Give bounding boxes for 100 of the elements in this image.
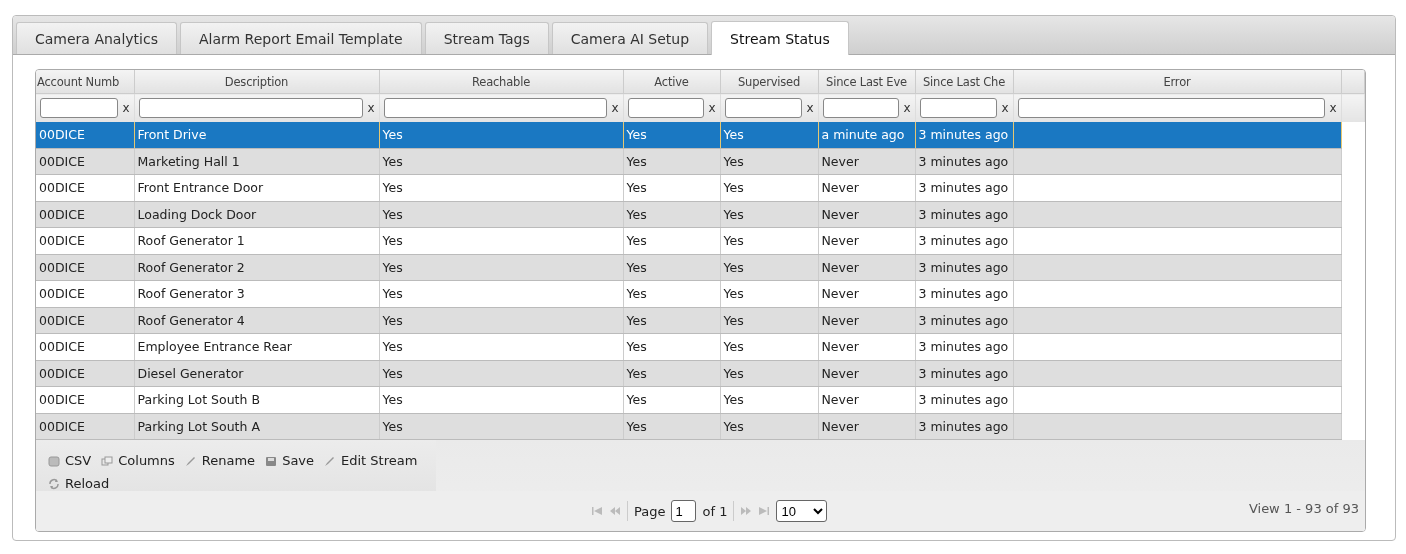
table-cell: Yes xyxy=(379,254,623,281)
save-icon xyxy=(265,454,278,467)
table-cell: 00DICE xyxy=(36,227,134,254)
table-cell: 00DICE xyxy=(36,201,134,228)
table-cell: 3 minutes ago xyxy=(915,413,1013,440)
table-cell: Never xyxy=(818,386,915,413)
column-header[interactable]: Account Numb xyxy=(36,70,134,94)
table-cell: 3 minutes ago xyxy=(915,386,1013,413)
table-cell: Yes xyxy=(623,227,720,254)
table-cell: 00DICE xyxy=(36,254,134,281)
table-cell: 3 minutes ago xyxy=(915,307,1013,334)
column-header[interactable]: Reachable xyxy=(379,70,623,94)
toolbar-button[interactable]: CSV xyxy=(48,453,92,468)
column-header[interactable]: Active xyxy=(623,70,720,94)
clear-filter-button[interactable]: x xyxy=(1001,101,1009,115)
table-cell: Yes xyxy=(379,413,623,440)
table-cell: Yes xyxy=(379,360,623,387)
table-cell: Yes xyxy=(720,254,818,281)
table-cell: Never xyxy=(818,413,915,440)
toolbar-button[interactable]: Columns xyxy=(101,453,175,468)
toolbar-button[interactable]: Reload xyxy=(48,476,110,491)
filter-field[interactable] xyxy=(724,98,803,118)
table-cell: Yes xyxy=(623,360,720,387)
table-cell: Yes xyxy=(720,360,818,387)
table-cell: Yes xyxy=(379,386,623,413)
table-cell: 00DICE xyxy=(36,174,134,201)
table-cell: Never xyxy=(818,148,915,175)
table-cell: Never xyxy=(818,333,915,360)
table-cell: 3 minutes ago xyxy=(915,280,1013,307)
toolbar-button[interactable]: Edit Stream xyxy=(324,453,418,468)
table-cell: Never xyxy=(818,201,915,228)
table-cell: 3 minutes ago xyxy=(915,201,1013,228)
table-cell: Never xyxy=(818,280,915,307)
column-header[interactable]: Description xyxy=(134,70,379,94)
clear-filter-button[interactable]: x xyxy=(708,101,716,115)
table-cell: Front Entrance Door xyxy=(134,174,379,201)
table-cell: Never xyxy=(818,307,915,334)
filter-field[interactable] xyxy=(1017,98,1326,118)
clear-filter-button[interactable]: x xyxy=(1329,101,1337,115)
table-cell: Yes xyxy=(379,307,623,334)
table-cell: Yes xyxy=(379,227,623,254)
table-cell: Yes xyxy=(720,280,818,307)
table-cell: Yes xyxy=(720,413,818,440)
filter-field[interactable] xyxy=(919,98,998,118)
table-cell: Employee Entrance Rear xyxy=(134,333,379,360)
table-cell: Roof Generator 2 xyxy=(134,254,379,281)
filter-field[interactable] xyxy=(40,98,119,118)
toolbar-button[interactable]: Save xyxy=(265,453,315,468)
table-cell: Yes xyxy=(623,280,720,307)
table-cell: 00DICE xyxy=(36,333,134,360)
toolbar-button[interactable]: Rename xyxy=(184,453,256,468)
clear-filter-button[interactable]: x xyxy=(806,101,814,115)
tab[interactable]: Alarm Report Email Template xyxy=(179,22,422,54)
table-cell: 3 minutes ago xyxy=(915,227,1013,254)
column-header[interactable]: Since Last Che xyxy=(915,70,1013,94)
record-summary: View 1 - 93 of 93 xyxy=(1248,501,1359,516)
table-cell: Yes xyxy=(720,201,818,228)
clear-filter-button[interactable]: x xyxy=(903,101,911,115)
table-cell: 3 minutes ago xyxy=(915,148,1013,175)
filter-field[interactable] xyxy=(822,98,900,118)
tab[interactable]: Stream Status xyxy=(711,21,849,55)
column-header[interactable]: Error xyxy=(1013,70,1341,94)
column-header[interactable]: Supervised xyxy=(720,70,818,94)
table-cell: 00DICE xyxy=(36,360,134,387)
clear-filter-button[interactable]: x xyxy=(367,101,375,115)
table-cell: Yes xyxy=(720,148,818,175)
table-cell: Never xyxy=(818,254,915,281)
table-cell: Yes xyxy=(379,148,623,175)
filter-field[interactable] xyxy=(627,98,705,118)
table-cell: 00DICE xyxy=(36,148,134,175)
tab[interactable]: Camera AI Setup xyxy=(551,22,709,54)
page-field[interactable]: 1 xyxy=(671,500,697,522)
pencil-icon xyxy=(184,454,197,467)
clear-filter-button[interactable]: x xyxy=(122,101,130,115)
table-cell: 00DICE xyxy=(36,280,134,307)
table-cell: Yes xyxy=(623,386,720,413)
table-cell: Roof Generator 1 xyxy=(134,227,379,254)
windows-icon xyxy=(101,454,114,467)
table-cell: Yes xyxy=(720,307,818,334)
table-cell: 00DICE xyxy=(36,307,134,334)
filter-field[interactable] xyxy=(383,98,608,118)
filter-field[interactable] xyxy=(138,98,364,118)
page-size-dropdown[interactable]: 10 xyxy=(776,500,828,522)
table-cell: Yes xyxy=(379,333,623,360)
table-cell: Parking Lot South B xyxy=(134,386,379,413)
table-cell: Yes xyxy=(623,122,720,148)
pencil-icon xyxy=(324,454,337,467)
table-cell: Yes xyxy=(720,174,818,201)
table-cell: 3 minutes ago xyxy=(915,254,1013,281)
table-cell: Yes xyxy=(720,227,818,254)
column-header[interactable]: Since Last Eve xyxy=(818,70,915,94)
table-cell: Yes xyxy=(623,254,720,281)
table-cell: Yes xyxy=(623,333,720,360)
clear-filter-button[interactable]: x xyxy=(611,101,619,115)
table-cell: Never xyxy=(818,360,915,387)
table-cell: 3 minutes ago xyxy=(915,174,1013,201)
table-cell: Roof Generator 3 xyxy=(134,280,379,307)
tab[interactable]: Stream Tags xyxy=(424,22,549,54)
tab[interactable]: Camera Analytics xyxy=(16,22,177,54)
table-cell: Yes xyxy=(720,122,818,148)
